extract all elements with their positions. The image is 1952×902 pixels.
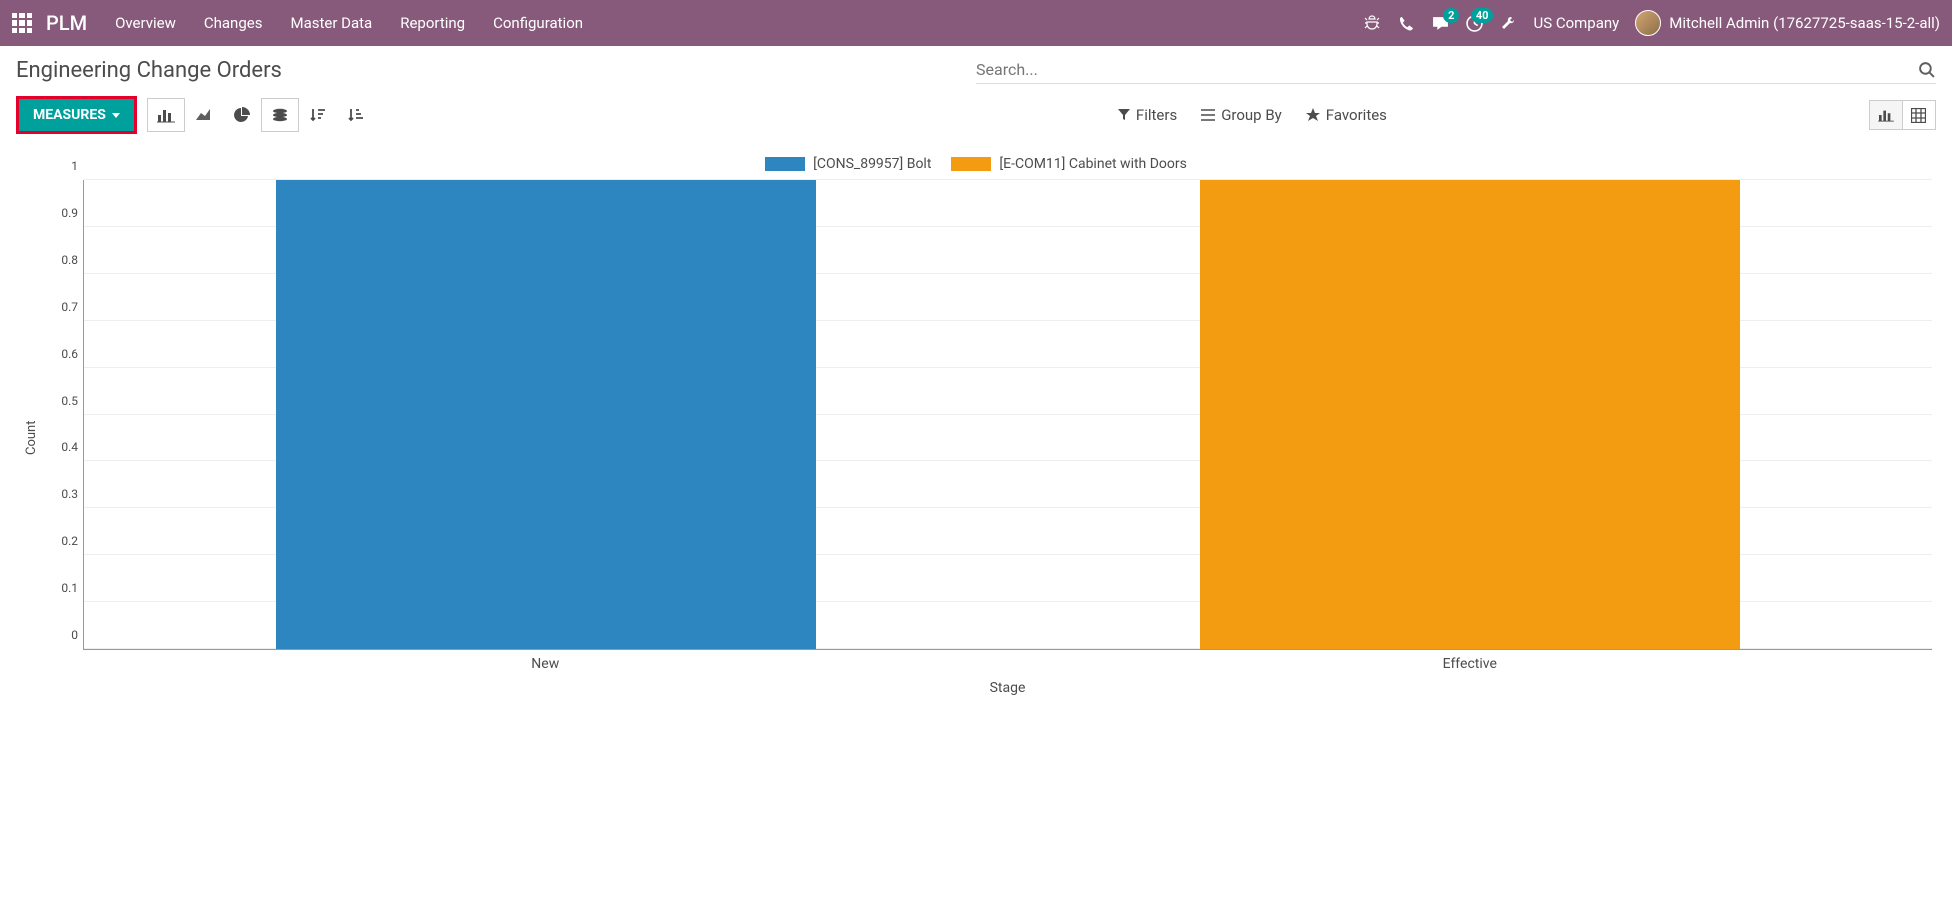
activities-badge: 40 — [1471, 8, 1494, 23]
stacked-button[interactable] — [261, 98, 299, 132]
y-tick: 0 — [44, 628, 78, 642]
favorites-label: Favorites — [1326, 106, 1387, 124]
chart-container: [CONS_89957] Bolt [E-COM11] Cabinet with… — [0, 146, 1952, 716]
y-tick: 0.7 — [44, 300, 78, 314]
y-tick: 0.6 — [44, 347, 78, 361]
y-tick: 0.3 — [44, 487, 78, 501]
bar-chart-button[interactable] — [147, 98, 185, 132]
y-axis-label: Count — [20, 180, 43, 696]
legend-item-1[interactable]: [E-COM11] Cabinet with Doors — [951, 156, 1186, 172]
bar[interactable] — [1200, 180, 1740, 649]
view-switcher — [1870, 100, 1936, 130]
nav-right: 2 40 US Company Mitchell Admin (17627725… — [1363, 10, 1940, 36]
y-tick: 0.5 — [44, 394, 78, 408]
tools-icon[interactable] — [1499, 14, 1517, 32]
company-selector[interactable]: US Company — [1533, 14, 1619, 32]
chart-legend: [CONS_89957] Bolt [E-COM11] Cabinet with… — [20, 156, 1932, 172]
pie-chart-button[interactable] — [223, 98, 261, 132]
nav-configuration[interactable]: Configuration — [493, 14, 583, 32]
x-axis-label: Stage — [83, 680, 1932, 696]
search-icon[interactable] — [1918, 61, 1936, 79]
top-navbar: PLM Overview Changes Master Data Reporti… — [0, 0, 1952, 46]
user-name: Mitchell Admin (17627725-saas-15-2-all) — [1669, 14, 1940, 32]
search-options: Filters Group By Favorites — [858, 106, 1387, 124]
x-ticks: NewEffective — [83, 650, 1932, 672]
y-tick: 0.9 — [44, 206, 78, 220]
y-tick: 0.4 — [44, 440, 78, 454]
nav-menu: Overview Changes Master Data Reporting C… — [115, 14, 583, 32]
groupby-label: Group By — [1221, 106, 1282, 124]
phone-icon[interactable] — [1397, 14, 1415, 32]
y-tick: 0.1 — [44, 581, 78, 595]
page-title: Engineering Change Orders — [16, 58, 282, 83]
y-tick: 1 — [44, 159, 78, 173]
graph-view-button[interactable] — [1869, 100, 1903, 130]
filters-button[interactable]: Filters — [1118, 106, 1177, 124]
x-tick: New — [83, 650, 1008, 672]
measures-button[interactable]: MEASURES — [16, 96, 137, 134]
chart-plot: 00.10.20.30.40.50.60.70.80.91 — [83, 180, 1932, 650]
y-tick: 0.2 — [44, 534, 78, 548]
groupby-button[interactable]: Group By — [1201, 106, 1282, 124]
legend-swatch-1 — [951, 157, 991, 171]
sort-desc-button[interactable] — [299, 98, 337, 132]
app-brand[interactable]: PLM — [46, 11, 87, 35]
user-menu[interactable]: Mitchell Admin (17627725-saas-15-2-all) — [1635, 10, 1940, 36]
avatar — [1635, 10, 1661, 36]
favorites-button[interactable]: Favorites — [1306, 106, 1387, 124]
nav-reporting[interactable]: Reporting — [400, 14, 465, 32]
filters-label: Filters — [1136, 106, 1177, 124]
activities-icon[interactable]: 40 — [1465, 14, 1483, 32]
control-panel: Engineering Change Orders MEASURES — [0, 46, 1952, 146]
messages-badge: 2 — [1443, 8, 1459, 23]
nav-overview[interactable]: Overview — [115, 14, 176, 32]
legend-label-0: [CONS_89957] Bolt — [813, 156, 931, 172]
chart-type-group — [147, 98, 375, 132]
pivot-view-button[interactable] — [1902, 100, 1936, 130]
search-input[interactable] — [976, 60, 1918, 79]
measures-label: MEASURES — [33, 107, 106, 123]
line-chart-button[interactable] — [185, 98, 223, 132]
bar-group — [1008, 180, 1932, 649]
caret-down-icon — [112, 113, 120, 118]
y-tick: 0.8 — [44, 253, 78, 267]
nav-master-data[interactable]: Master Data — [290, 14, 372, 32]
bar-group — [84, 180, 1008, 649]
sort-asc-button[interactable] — [337, 98, 375, 132]
legend-item-0[interactable]: [CONS_89957] Bolt — [765, 156, 931, 172]
bug-icon[interactable] — [1363, 14, 1381, 32]
nav-changes[interactable]: Changes — [204, 14, 263, 32]
legend-swatch-0 — [765, 157, 805, 171]
x-tick: Effective — [1008, 650, 1933, 672]
apps-icon[interactable] — [12, 13, 32, 33]
bar[interactable] — [276, 180, 816, 649]
search-bar — [976, 56, 1936, 84]
legend-label-1: [E-COM11] Cabinet with Doors — [999, 156, 1186, 172]
messages-icon[interactable]: 2 — [1431, 14, 1449, 32]
